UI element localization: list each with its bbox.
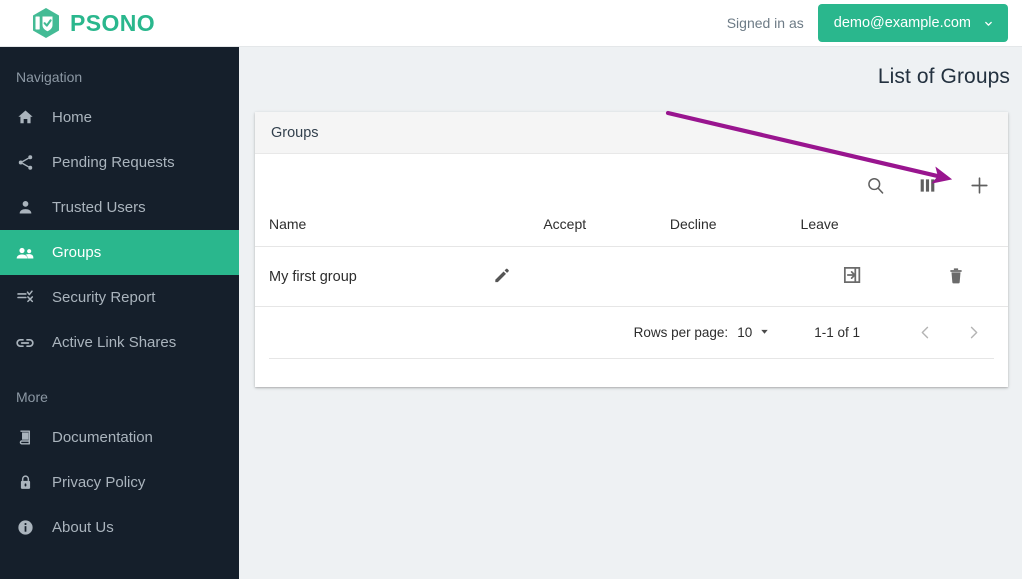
sidebar-item-groups[interactable]: Groups — [0, 230, 239, 275]
chevron-right-icon[interactable] — [958, 318, 988, 348]
sidebar-item-label: Privacy Policy — [52, 474, 146, 491]
cell-decline — [669, 246, 801, 307]
main-content: List of Groups Groups Name Accept Declin… — [239, 47, 1022, 579]
sidebar-item-home[interactable]: Home — [0, 95, 239, 140]
chevron-down-icon — [982, 17, 995, 30]
table-toolbar — [255, 154, 1008, 216]
caret-down-icon — [759, 325, 770, 340]
table-body: My first group — [255, 246, 1008, 307]
link-icon — [14, 332, 36, 354]
sidebar-item-label: Security Report — [52, 289, 156, 306]
sidebar-heading-navigation: Navigation — [16, 69, 83, 85]
column-header-edit — [460, 216, 544, 247]
user-menu-button[interactable]: demo@example.com — [817, 4, 1008, 42]
sidebar-item-documentation[interactable]: Documentation — [0, 415, 239, 460]
column-header-name[interactable]: Name — [255, 216, 461, 247]
sidebar-item-label: Trusted Users — [52, 199, 146, 216]
card-title: Groups — [271, 125, 319, 141]
home-icon — [14, 107, 36, 129]
table-row[interactable]: My first group — [255, 246, 1008, 307]
top-bar: PSONO Signed in as demo@example.com — [0, 0, 1022, 47]
playlist-check-icon — [14, 287, 36, 309]
exit-to-app-icon[interactable] — [840, 263, 864, 287]
column-header-leave[interactable]: Leave — [800, 216, 905, 247]
app-root: PSONO Signed in as demo@example.com Navi… — [0, 0, 1022, 579]
sidebar-item-label: Home — [52, 109, 93, 126]
sidebar-item-trusted-users[interactable]: Trusted Users — [0, 185, 239, 230]
cell-delete — [904, 246, 1008, 307]
card-bottom-spacer — [255, 359, 1008, 387]
person-icon — [14, 197, 36, 219]
rows-per-page-value: 10 — [737, 325, 753, 340]
sidebar-heading-more: More — [16, 389, 48, 405]
sidebar-item-label: Groups — [52, 244, 102, 261]
cell-accept — [543, 246, 670, 307]
sidebar-item-label: Active Link Shares — [52, 334, 177, 351]
chevron-left-icon[interactable] — [910, 318, 940, 348]
info-icon — [14, 517, 36, 539]
sidebar-item-pending-requests[interactable]: Pending Requests — [0, 140, 239, 185]
cell-leave — [800, 246, 905, 307]
sidebar-item-label: Documentation — [52, 429, 153, 446]
plus-icon[interactable] — [966, 172, 992, 198]
card-header: Groups — [255, 112, 1008, 154]
table-header-row: Name Accept Decline Leave — [255, 216, 1008, 247]
pencil-icon[interactable] — [490, 264, 514, 288]
rows-per-page-select[interactable]: 10 — [737, 325, 770, 340]
sidebar-item-security-report[interactable]: Security Report — [0, 275, 239, 320]
column-header-delete — [904, 216, 1008, 247]
sidebar-item-privacy-policy[interactable]: Privacy Policy — [0, 460, 239, 505]
cell-group-name: My first group — [255, 246, 461, 307]
groups-table: Name Accept Decline Leave My first group — [255, 216, 1008, 307]
column-header-accept[interactable]: Accept — [543, 216, 670, 247]
book-icon — [14, 427, 36, 449]
pagination: Rows per page: 10 1-1 of 1 — [269, 307, 994, 359]
sidebar-item-about-us[interactable]: About Us — [0, 505, 239, 550]
brand-name: PSONO — [70, 9, 156, 36]
sidebar-item-active-link-shares[interactable]: Active Link Shares — [0, 320, 239, 365]
psono-hexagon-logo-icon — [31, 7, 61, 39]
cell-edit — [460, 246, 544, 307]
pagination-range-label: 1-1 of 1 — [814, 325, 860, 340]
table-head: Name Accept Decline Leave — [255, 216, 1008, 247]
sidebar-item-label: About Us — [52, 519, 114, 536]
user-email-label: demo@example.com — [833, 15, 971, 31]
trash-icon[interactable] — [944, 264, 968, 288]
brand[interactable]: PSONO — [31, 7, 155, 39]
share-icon — [14, 152, 36, 174]
topbar-right: Signed in as demo@example.com — [727, 4, 1008, 42]
groups-card: Groups Name Accept Decline Leave My firs… — [255, 112, 1008, 387]
rows-per-page-label: Rows per page: — [633, 325, 729, 340]
card-body: Name Accept Decline Leave My first group — [255, 154, 1008, 387]
lock-icon — [14, 472, 36, 494]
columns-icon[interactable] — [914, 172, 940, 198]
sidebar: Navigation Home Pending Requests Trusted… — [0, 47, 239, 579]
sidebar-item-label: Pending Requests — [52, 154, 175, 171]
groups-icon — [14, 242, 36, 264]
column-header-decline[interactable]: Decline — [669, 216, 801, 247]
search-icon[interactable] — [862, 172, 888, 198]
page-title: List of Groups — [877, 65, 1010, 88]
signed-in-label: Signed in as — [726, 15, 804, 31]
